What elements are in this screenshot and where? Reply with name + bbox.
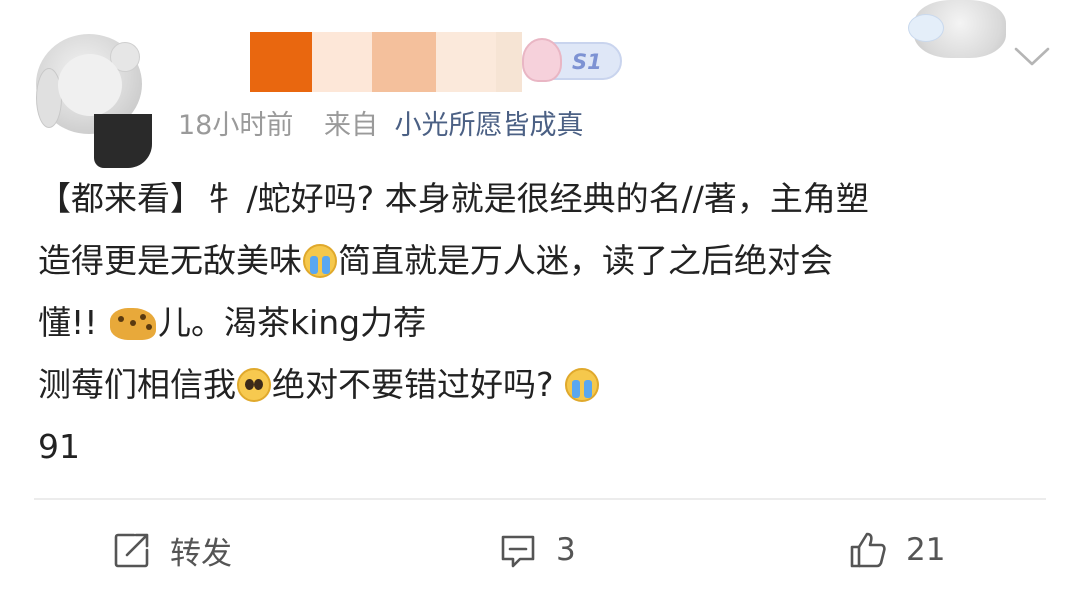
text-line: 测莓们相信我 绝对不要错过好吗?	[38, 354, 1048, 416]
text-line: 91	[38, 416, 1048, 478]
username-mosaic	[250, 32, 312, 92]
username-mosaic	[436, 32, 496, 92]
pleading-face-icon	[237, 368, 271, 402]
crying-face-icon	[565, 368, 600, 402]
post-meta: 18小时前 来自 小光所愿皆成真	[178, 108, 584, 144]
text-span: 绝对不要错过好吗?	[272, 365, 554, 404]
text-line: 【都来看】牜 /蛇好吗? 本身就是很经典的名//著，主角塑	[38, 168, 1048, 230]
text-span: 懂!!	[38, 303, 98, 342]
divider	[34, 498, 1046, 500]
like-count: 21	[906, 532, 946, 568]
comment-count: 3	[556, 532, 576, 568]
username-mosaic	[312, 32, 372, 92]
text-span: 91	[38, 427, 80, 466]
weibo-post: S1 18小时前 来自 小光所愿皆成真 【都来看】牜 /蛇好吗? 本身就是很经典…	[0, 0, 1080, 590]
avatar-image-dark-part	[94, 114, 152, 168]
cloud-icon	[908, 14, 944, 42]
text-line: 懂!! 儿。渴茶king力荐	[38, 292, 1048, 354]
thumbs-up-icon	[850, 532, 886, 568]
repost-label: 转发	[170, 535, 232, 572]
source-label: 来自	[323, 110, 378, 141]
bear-icon	[522, 38, 562, 82]
source-link[interactable]: 小光所愿皆成真	[395, 110, 584, 141]
repost-button[interactable]: 转发	[112, 528, 232, 572]
like-button[interactable]: 21	[848, 528, 945, 572]
user-avatar[interactable]	[30, 28, 152, 168]
post-text: 【都来看】牜 /蛇好吗? 本身就是很经典的名//著，主角塑 造得更是无敌美味 简直…	[38, 168, 1048, 478]
badge-text: S1	[572, 50, 602, 74]
text-span: 简直就是万人迷，读了之后绝对会	[338, 241, 833, 280]
text-span: 测莓们相信我	[38, 365, 236, 404]
comment-icon	[501, 535, 535, 568]
username-mosaic	[496, 32, 522, 92]
post-timestamp: 18小时前	[178, 110, 294, 141]
member-badge[interactable]: S1	[522, 38, 622, 82]
text-span: 儿。渴茶king力荐	[157, 303, 427, 342]
comment-button[interactable]: 3	[498, 528, 576, 572]
chevron-down-icon[interactable]	[1012, 44, 1052, 70]
text-span: 造得更是无敌美味	[38, 241, 302, 280]
text-line: 造得更是无敌美味 简直就是万人迷，读了之后绝对会	[38, 230, 1048, 292]
leopard-icon	[109, 308, 156, 340]
crying-face-icon	[303, 244, 337, 278]
share-icon	[114, 533, 149, 568]
avatar-image	[58, 54, 122, 116]
text-span: 【都来看】牜 /蛇好吗? 本身就是很经典的名//著，主角塑	[38, 179, 869, 218]
username-mosaic	[372, 32, 436, 92]
decoration-bear-icon	[908, 0, 1006, 58]
